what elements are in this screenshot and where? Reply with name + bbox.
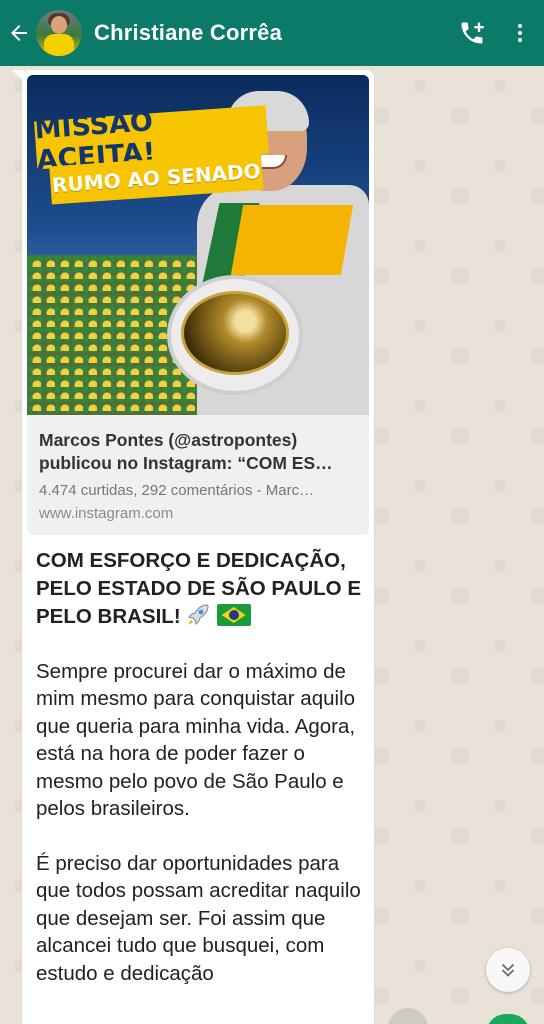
- more-options-button[interactable]: [496, 0, 544, 66]
- preview-text[interactable]: Marcos Pontes (@astropontes) publicou no…: [27, 415, 369, 535]
- avatar[interactable]: [36, 10, 82, 56]
- message-paragraph-1: Sempre procurei dar o máximo de mim mesm…: [36, 659, 356, 821]
- double-chevron-down-icon: [501, 963, 515, 977]
- astronaut-helmet-image: [167, 275, 303, 395]
- campaign-banner: MISSÃO ACEITA! RUMO AO SENADO: [34, 105, 280, 214]
- more-vert-icon: [518, 24, 522, 42]
- arrow-left-icon: [11, 25, 27, 41]
- contact-name[interactable]: Christiane Corrêa: [94, 20, 448, 46]
- link-preview[interactable]: MISSÃO ACEITA! RUMO AO SENADO Marcos Pon…: [27, 75, 369, 535]
- add-call-icon: [461, 22, 484, 44]
- brazil-flag-emoji-icon: [216, 604, 251, 626]
- message-paragraph-2: É preciso dar oportunidades para que tod…: [36, 851, 361, 985]
- add-call-button[interactable]: [448, 0, 496, 66]
- preview-image[interactable]: MISSÃO ACEITA! RUMO AO SENADO: [27, 75, 369, 415]
- back-button[interactable]: [0, 0, 38, 66]
- rocket-emoji-icon: [185, 602, 211, 628]
- preview-title-line2: publicou no Instagram: “COM ES…: [39, 453, 333, 473]
- preview-description: 4.474 curtidas, 292 comentários - Marc…: [39, 482, 315, 499]
- scroll-to-bottom-button[interactable]: [486, 948, 530, 992]
- message-text: COM ESFORÇO E DEDICAÇÃO, PELO ESTADO DE …: [36, 547, 366, 1014]
- chat-header: Christiane Corrêa: [0, 0, 544, 66]
- preview-title-line1: Marcos Pontes (@astropontes): [39, 430, 298, 450]
- message-heading: COM ESFORÇO E DEDICAÇÃO, PELO ESTADO DE …: [36, 547, 366, 631]
- message-bubble[interactable]: MISSÃO ACEITA! RUMO AO SENADO Marcos Pon…: [22, 70, 374, 1024]
- preview-url: www.instagram.com: [39, 505, 174, 522]
